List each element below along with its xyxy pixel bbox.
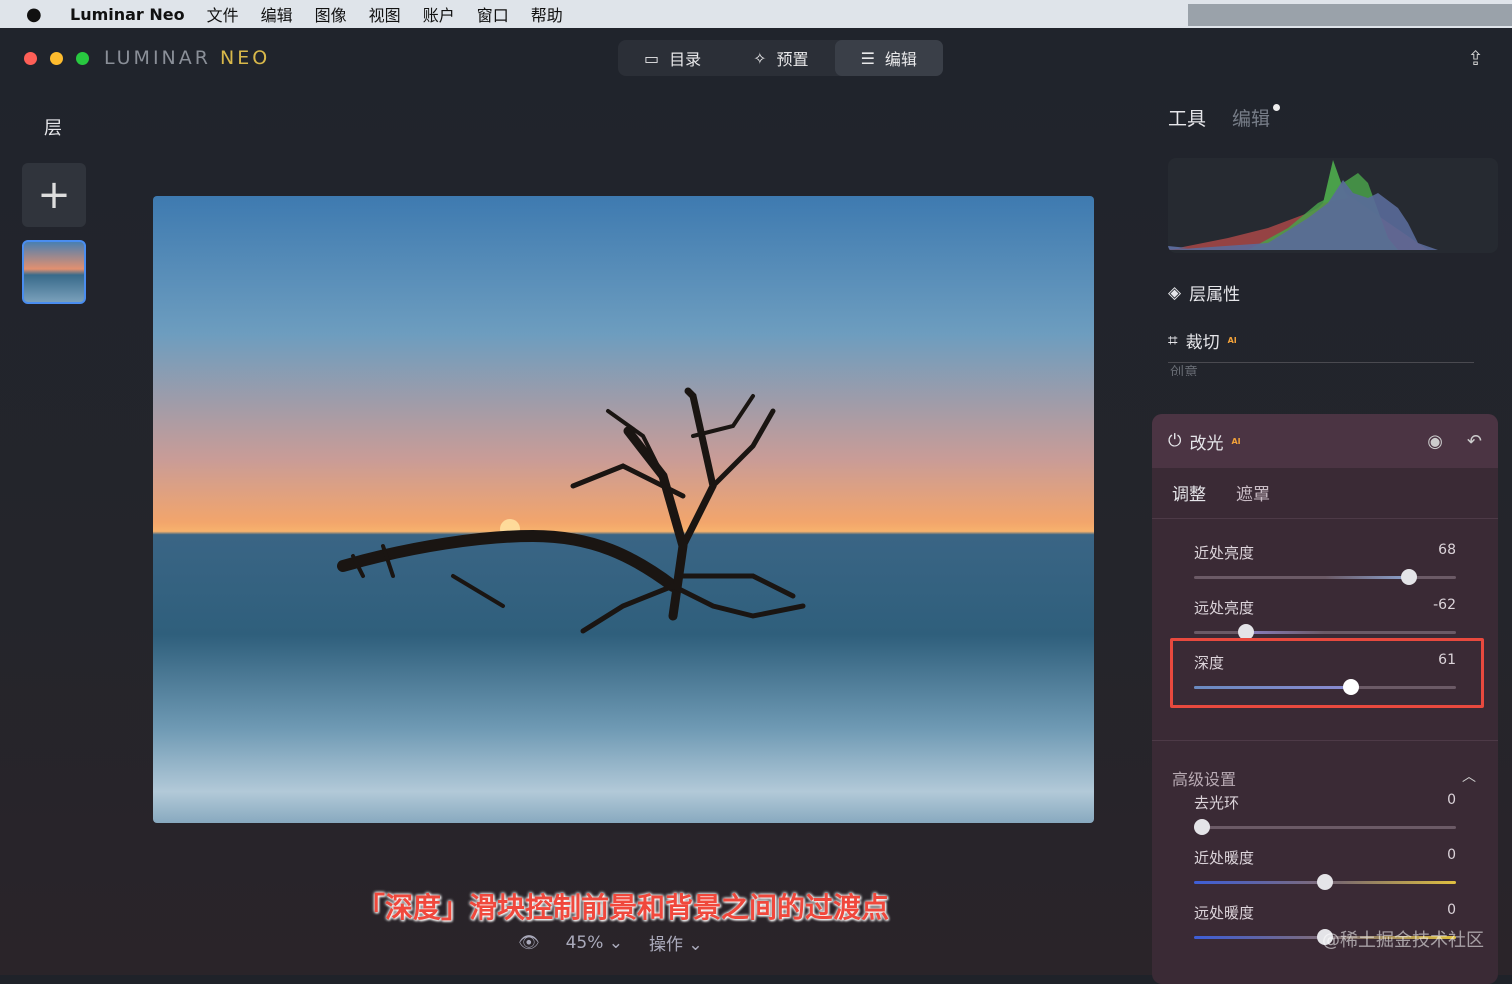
tab-tools[interactable]: 工具 [1168,104,1206,131]
menu-account[interactable]: 账户 [423,2,455,26]
slider-far-brightness[interactable]: 远处亮度 -62 [1194,597,1456,640]
slider-near-warmth[interactable]: 近处暖度 0 [1194,847,1456,890]
slider-knob[interactable] [1317,874,1333,890]
slider-value: 0 [1447,792,1456,808]
tool-label: 层属性 [1189,285,1241,305]
highlight-box [1170,638,1484,708]
eye-icon[interactable]: 👁 [518,933,540,953]
ai-badge: AI [1227,336,1237,345]
panel-tabs: 调整 遮罩 [1172,480,1270,505]
advanced-settings-header[interactable]: 高级设置 [1172,766,1236,790]
slider-label: 远处亮度 [1194,599,1255,617]
sparkle-icon: ✧ [753,48,767,68]
menu-edit[interactable]: 编辑 [261,2,293,26]
reset-icon[interactable]: ↶ [1467,431,1482,452]
watermark: @稀土掘金技术社区 [1322,930,1484,951]
slider-value: -62 [1433,597,1456,613]
tab-label: 预置 [776,50,809,69]
slider-knob[interactable] [1400,569,1417,585]
slider-far-warmth[interactable]: 远处暖度 0 [1194,902,1456,945]
menu-image[interactable]: 图像 [315,2,347,26]
share-icon[interactable]: ⇪ [1467,46,1484,70]
relight-icon: ⏻ [1168,431,1182,451]
add-layer-button[interactable]: + [22,163,86,227]
tool-layer-properties[interactable]: ◈ 层属性 [1168,280,1241,306]
tab-label: 编辑 [884,50,917,69]
minimize-button[interactable] [50,52,63,65]
slider-knob[interactable] [1193,819,1210,835]
menu-app[interactable]: Luminar Neo [70,5,185,24]
apple-icon[interactable]: ● [26,4,46,25]
traffic-lights [24,52,89,65]
status-area [1188,4,1512,26]
close-button[interactable] [24,52,37,65]
tab-edit[interactable]: ☰ 编辑 [834,40,943,76]
slider-label: 近处暖度 [1194,849,1255,867]
logo-text: LUMINAR [104,47,211,69]
slider-label: 去光环 [1194,794,1240,812]
folder-icon: ▭ [644,48,660,68]
slider-track[interactable] [1193,819,1456,835]
menu-bar: ● Luminar Neo 文件 编辑 图像 视图 账户 窗口 帮助 [0,0,1512,28]
slider-value: 0 [1447,847,1456,863]
tool-crop[interactable]: ⌗ 裁切 AI [1168,328,1237,354]
tab-adjust[interactable]: 调整 [1172,480,1206,505]
divider [1152,740,1498,741]
mode-tabs: ▭ 目录 ✧ 预置 ☰ 编辑 [618,40,943,76]
slider-label: 近处亮度 [1194,544,1255,562]
zoom-dropdown[interactable]: 45% ⌄ [566,933,623,953]
menu-window[interactable]: 窗口 [477,2,509,26]
ai-badge: AI [1231,436,1241,446]
tab-presets[interactable]: ✧ 预置 [727,40,834,76]
tab-edits[interactable]: 编辑 [1232,104,1281,131]
slider-value: 68 [1438,542,1456,558]
driftwood-tree [337,387,806,634]
photo-canvas[interactable] [153,196,1094,823]
slider-dehalo[interactable]: 去光环 0 [1193,792,1456,835]
layers-icon: ◈ [1168,282,1182,303]
tab-mask[interactable]: 遮罩 [1236,480,1270,505]
slider-value: 0 [1447,902,1456,918]
tool-label: 裁切 [1185,333,1220,353]
histogram [1168,158,1498,253]
divider [1168,362,1474,363]
right-tabs: 工具 编辑 [1168,104,1281,131]
menu-help[interactable]: 帮助 [531,2,563,26]
sliders-icon: ☰ [860,48,875,68]
divider [1152,518,1498,519]
slider-near-brightness[interactable]: 近处亮度 68 [1194,542,1456,585]
tab-label: 目录 [669,50,702,69]
visibility-icon[interactable]: ◉ [1427,431,1443,452]
menu-view[interactable]: 视图 [369,2,401,26]
actions-dropdown[interactable]: 操作 ⌄ [649,930,703,955]
slider-track[interactable] [1194,874,1456,890]
zoom-button[interactable] [76,52,89,65]
layer-thumbnail[interactable] [22,240,86,304]
slider-label: 远处暖度 [1194,904,1255,922]
app-logo: LUMINAR NEO [104,47,270,69]
slider-track[interactable] [1194,624,1456,640]
logo-neo: NEO [220,47,271,69]
tab-catalog[interactable]: ▭ 目录 [618,40,727,76]
layers-title: 层 [44,118,62,139]
slider-track[interactable] [1194,569,1456,585]
annotation-caption: 「深度」滑块控制前景和背景之间的过渡点 [357,891,890,924]
app-window: LUMINAR NEO ▭ 目录 ✧ 预置 ☰ 编辑 ⇪ 层 + 「深度」滑块控制前景… [0,28,1512,984]
panel-header[interactable]: ⏻ 改光 AI ◉ ↶ [1152,414,1498,468]
crop-icon: ⌗ [1168,330,1178,351]
menu-file[interactable]: 文件 [207,2,239,26]
chevron-up-icon[interactable]: ︿ [1462,766,1476,786]
section-creative: 创意 [1170,365,1198,376]
bottom-toolbar: 👁 45% ⌄ 操作 ⌄ [518,930,703,956]
panel-title: 改光 [1189,433,1224,454]
